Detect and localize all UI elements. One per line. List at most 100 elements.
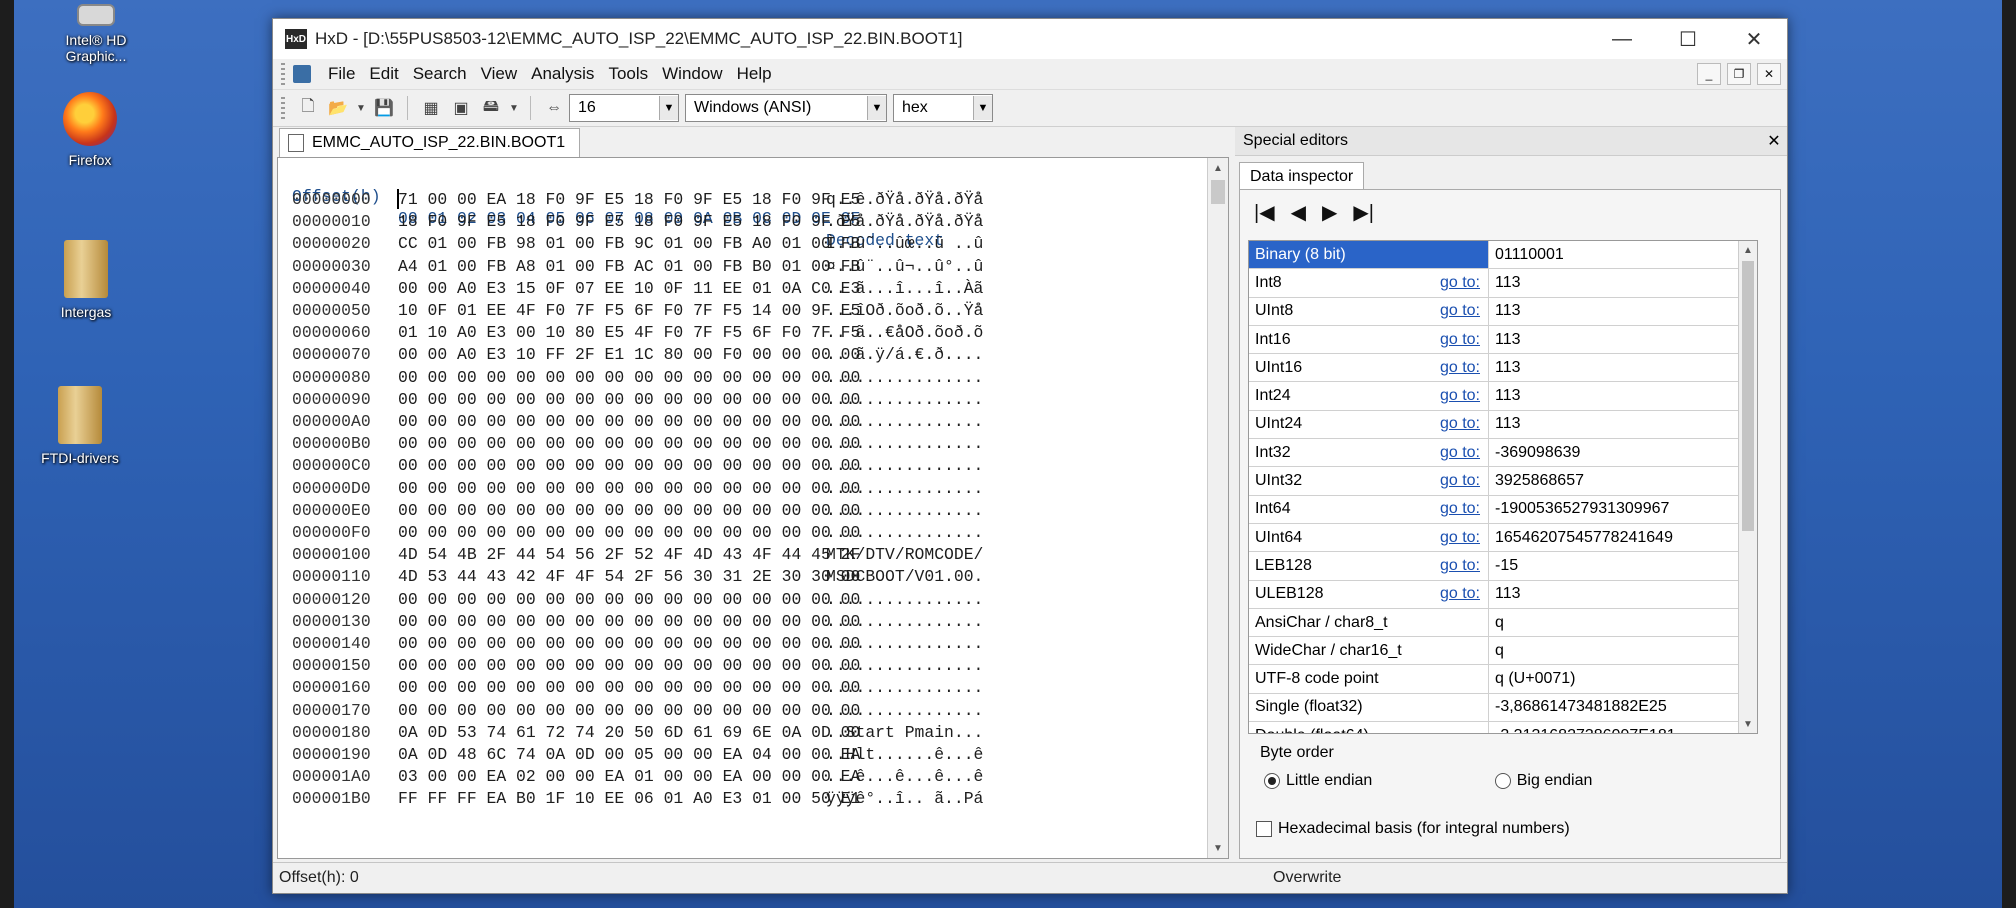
scrollbar-thumb[interactable] bbox=[1742, 261, 1754, 531]
goto-link[interactable]: go to: bbox=[1440, 444, 1488, 462]
decoded-text-cell[interactable]: ¤..û¨..û¬..û°..û bbox=[826, 256, 983, 278]
last-icon[interactable]: ▶| bbox=[1353, 200, 1374, 225]
hex-bytes-cell[interactable]: 18 F0 9F E5 18 F0 9F E5 18 F0 9F E5 18 F… bbox=[398, 211, 860, 233]
inspector-row[interactable]: Binary (8 bit) 01110001 bbox=[1249, 241, 1757, 270]
hex-editor[interactable]: Offset(h) 00 01 02 03 04 05 06 07 08 09 … bbox=[277, 157, 1229, 859]
scroll-up-icon[interactable]: ▲ bbox=[1208, 158, 1228, 178]
hex-bytes-cell[interactable]: 00 00 00 00 00 00 00 00 00 00 00 00 00 0… bbox=[398, 500, 860, 522]
decoded-text-cell[interactable]: q..ê.ðŸå.ðŸå.ðŸå bbox=[826, 189, 983, 211]
decoded-text-cell[interactable]: Ì..û˜..ûœ..û ..û bbox=[826, 233, 983, 255]
disk-icon[interactable]: 🖴 bbox=[478, 95, 504, 121]
inspector-row[interactable]: ULEB128 go to: 113 bbox=[1249, 580, 1757, 609]
decoded-text-cell[interactable]: MSDCBOOT/V01.00. bbox=[826, 566, 983, 588]
close-button[interactable]: ✕ bbox=[1721, 19, 1787, 59]
decoded-text-cell[interactable]: ...îOð.õoð.õ..Ÿå bbox=[826, 300, 983, 322]
minimize-button[interactable]: — bbox=[1589, 19, 1655, 59]
document-restore-button[interactable]: ❐ bbox=[1727, 63, 1751, 85]
document-tab[interactable]: EMMC_AUTO_ISP_22.BIN.BOOT1 bbox=[279, 128, 581, 157]
inspector-row[interactable]: Single (float32) -3,86861473481882E25 bbox=[1249, 693, 1757, 723]
charset-select[interactable]: Windows (ANSI) ▼ bbox=[685, 94, 887, 122]
hex-bytes-cell[interactable]: 10 0F 01 EE 4F F0 7F F5 6F F0 7F F5 14 0… bbox=[398, 300, 860, 322]
inspector-row[interactable]: Int64 go to: -1900536527931309967 bbox=[1249, 495, 1757, 524]
menu-edit[interactable]: Edit bbox=[362, 64, 405, 84]
inspector-row[interactable]: Int32 go to: -369098639 bbox=[1249, 439, 1757, 468]
decoded-text-cell[interactable]: ................ bbox=[826, 655, 983, 677]
scroll-up-icon[interactable]: ▲ bbox=[1739, 241, 1757, 259]
disk-dropdown-chevron-icon[interactable]: ▼ bbox=[508, 95, 520, 121]
decoded-text-cell[interactable]: ................ bbox=[826, 478, 983, 500]
menu-analysis[interactable]: Analysis bbox=[524, 64, 601, 84]
memory-icon[interactable]: ▣ bbox=[448, 95, 474, 121]
hex-bytes-cell[interactable]: 00 00 00 00 00 00 00 00 00 00 00 00 00 0… bbox=[398, 589, 860, 611]
inspector-value-cell[interactable]: q bbox=[1489, 642, 1504, 660]
hex-bytes-cell[interactable]: A4 01 00 FB A8 01 00 FB AC 01 00 FB B0 0… bbox=[398, 256, 860, 278]
previous-icon[interactable]: ◀ bbox=[1291, 200, 1306, 225]
hex-bytes-cell[interactable]: 0A 0D 53 74 61 72 74 20 50 6D 61 69 6E 0… bbox=[398, 722, 860, 744]
inspector-value-cell[interactable]: 3925868657 bbox=[1489, 472, 1584, 490]
goto-link[interactable]: go to: bbox=[1440, 415, 1488, 433]
save-all-icon[interactable]: ▦ bbox=[418, 95, 444, 121]
inspector-value-cell[interactable]: 113 bbox=[1489, 585, 1521, 603]
save-icon[interactable]: 💾 bbox=[371, 95, 397, 121]
decoded-text-cell[interactable]: ................ bbox=[826, 611, 983, 633]
hex-bytes-cell[interactable]: 4D 54 4B 2F 44 54 56 2F 52 4F 4D 43 4F 4… bbox=[398, 544, 860, 566]
desktop-icon-intergas[interactable]: Intergas bbox=[26, 240, 146, 320]
hex-bytes-cell[interactable]: 00 00 00 00 00 00 00 00 00 00 00 00 00 0… bbox=[398, 677, 860, 699]
hex-bytes-cell[interactable]: FF FF FF EA B0 1F 10 EE 06 01 A0 E3 01 0… bbox=[398, 788, 860, 810]
inspector-row[interactable]: UTF-8 code point q (U+0071) bbox=[1249, 665, 1757, 694]
new-file-icon[interactable]: 🗋 bbox=[295, 95, 321, 121]
hex-bytes-cell[interactable]: 00 00 00 00 00 00 00 00 00 00 00 00 00 0… bbox=[398, 633, 860, 655]
decoded-text-cell[interactable]: ................ bbox=[826, 589, 983, 611]
decoded-text-cell[interactable]: ...ê...ê...ê...ê bbox=[826, 766, 983, 788]
goto-link[interactable]: go to: bbox=[1440, 387, 1488, 405]
goto-link[interactable]: go to: bbox=[1440, 302, 1488, 320]
offset-base-select[interactable]: hex ▼ bbox=[893, 94, 993, 122]
menu-grip-handle[interactable] bbox=[281, 63, 285, 85]
inspector-value-cell[interactable]: -3,31316827386097E181 bbox=[1489, 727, 1676, 733]
document-close-button[interactable]: ✕ bbox=[1757, 63, 1781, 85]
document-minimize-button[interactable]: _ bbox=[1697, 63, 1721, 85]
goto-link[interactable]: go to: bbox=[1440, 557, 1488, 575]
decoded-text-cell[interactable]: ................ bbox=[826, 367, 983, 389]
inspector-row[interactable]: UInt16 go to: 113 bbox=[1249, 354, 1757, 383]
inspector-row[interactable]: UInt8 go to: 113 bbox=[1249, 297, 1757, 326]
next-icon[interactable]: ▶ bbox=[1322, 200, 1337, 225]
inspector-value-cell[interactable]: 113 bbox=[1489, 274, 1521, 292]
hex-bytes-cell[interactable]: 00 00 A0 E3 15 0F 07 EE 10 0F 11 EE 01 0… bbox=[398, 278, 860, 300]
inspector-value-cell[interactable]: 01110001 bbox=[1489, 246, 1564, 264]
chevron-down-icon[interactable]: ▼ bbox=[867, 96, 886, 120]
hex-bytes-cell[interactable]: 0A 0D 48 6C 74 0A 0D 00 05 00 00 EA 04 0… bbox=[398, 744, 860, 766]
hex-bytes-cell[interactable]: 03 00 00 EA 02 00 00 EA 01 00 00 EA 00 0… bbox=[398, 766, 860, 788]
goto-link[interactable]: go to: bbox=[1440, 274, 1488, 292]
inspector-value-cell[interactable]: 113 bbox=[1489, 359, 1521, 377]
hex-bytes-cell[interactable]: 01 10 A0 E3 00 10 80 E5 4F F0 7F F5 6F F… bbox=[398, 322, 860, 344]
desktop-icon-intel-graphics[interactable]: Intel® HD Graphic... bbox=[36, 4, 156, 64]
title-bar[interactable]: HxD HxD - [D:\55PUS8503-12\EMMC_AUTO_ISP… bbox=[273, 19, 1787, 59]
menu-search[interactable]: Search bbox=[406, 64, 474, 84]
decoded-text-cell[interactable]: .. ã..€åOð.õoð.õ bbox=[826, 322, 983, 344]
goto-link[interactable]: go to: bbox=[1440, 585, 1488, 603]
toolbar-grip-handle[interactable] bbox=[281, 97, 285, 119]
decoded-text-cell[interactable]: ................ bbox=[826, 411, 983, 433]
inspector-value-cell[interactable]: 16546207545778241649 bbox=[1489, 529, 1673, 547]
inspector-row[interactable]: UInt64 go to: 16546207545778241649 bbox=[1249, 523, 1757, 553]
inspector-row[interactable]: Int16 go to: 113 bbox=[1249, 325, 1757, 355]
inspector-row[interactable]: UInt24 go to: 113 bbox=[1249, 410, 1757, 440]
desktop-icon-firefox[interactable]: Firefox bbox=[30, 92, 150, 168]
scroll-down-icon[interactable]: ▼ bbox=[1208, 838, 1228, 858]
chevron-down-icon[interactable]: ▼ bbox=[659, 96, 678, 120]
inspector-value-cell[interactable]: -3,86861473481882E25 bbox=[1489, 698, 1667, 716]
open-dropdown-chevron-icon[interactable]: ▼ bbox=[355, 95, 367, 121]
inspector-value-cell[interactable]: 113 bbox=[1489, 331, 1521, 349]
inspector-row[interactable]: LEB128 go to: -15 bbox=[1249, 552, 1757, 581]
decoded-text-cell[interactable]: MTK/DTV/ROMCODE/ bbox=[826, 544, 983, 566]
menu-view[interactable]: View bbox=[474, 64, 525, 84]
inspector-value-cell[interactable]: -369098639 bbox=[1489, 444, 1580, 462]
inspector-row[interactable]: Int8 go to: 113 bbox=[1249, 269, 1757, 298]
inspector-row[interactable]: Int24 go to: 113 bbox=[1249, 382, 1757, 411]
hex-basis-checkbox[interactable]: Hexadecimal basis (for integral numbers) bbox=[1256, 820, 1570, 838]
decoded-text-cell[interactable]: ................ bbox=[826, 500, 983, 522]
document-system-icon[interactable] bbox=[293, 65, 311, 83]
menu-window[interactable]: Window bbox=[655, 64, 729, 84]
inspector-value-cell[interactable]: q bbox=[1489, 614, 1504, 632]
